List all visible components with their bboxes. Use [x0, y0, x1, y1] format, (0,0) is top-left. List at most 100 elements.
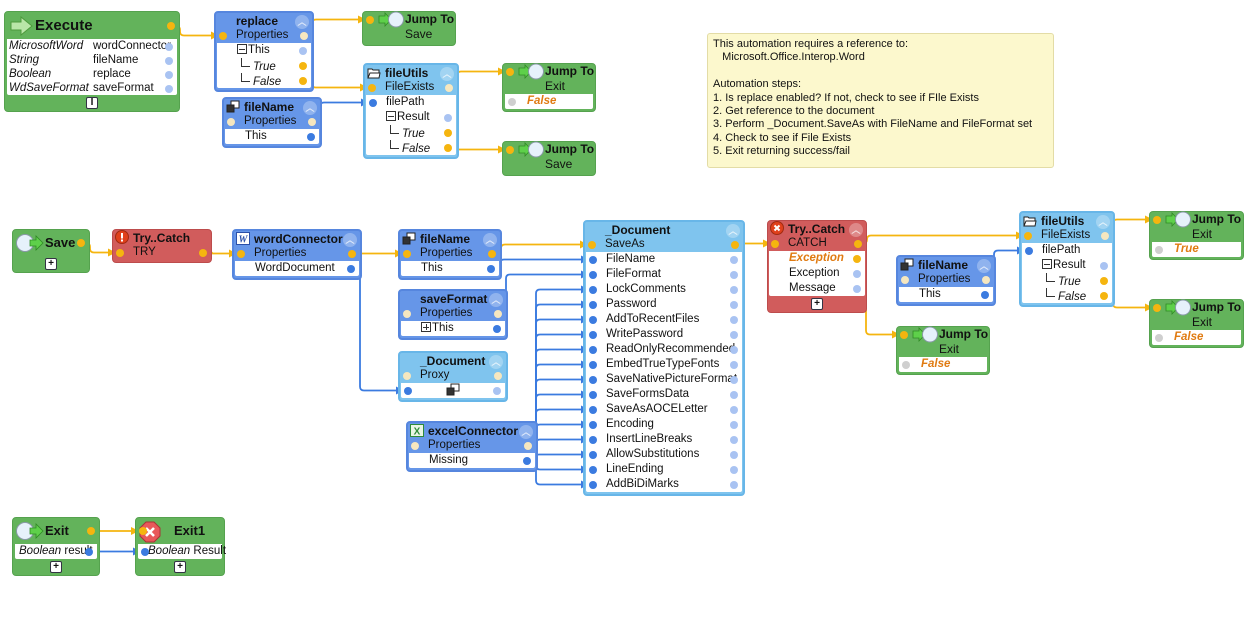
- param-output-port[interactable]: [444, 113, 452, 122]
- collapse-icon[interactable]: ︿: [483, 233, 497, 247]
- param-input-port[interactable]: [589, 360, 597, 369]
- parameter-row[interactable]: SaveAsAOCELetter: [586, 402, 742, 417]
- excel-connector-node[interactable]: XexcelConnector ︿ Properties Missing: [406, 421, 538, 472]
- collapse-tree-icon[interactable]: [386, 111, 396, 121]
- param-output-port[interactable]: [299, 46, 307, 55]
- member-output-port[interactable]: [1101, 231, 1109, 240]
- param-output-port[interactable]: [853, 254, 861, 263]
- member-output-port[interactable]: [494, 309, 502, 318]
- save-format-node[interactable]: saveFormat ︿ Properties This: [398, 289, 508, 340]
- parameter-row[interactable]: Password: [586, 297, 742, 312]
- collapse-icon[interactable]: ︿: [519, 425, 533, 439]
- parameter-row[interactable]: FileName: [586, 252, 742, 267]
- member-input-port[interactable]: [771, 239, 779, 248]
- collapse-tree-icon[interactable]: [1042, 259, 1052, 269]
- param-output-port[interactable]: [487, 264, 495, 273]
- flow-input-port[interactable]: [139, 527, 147, 535]
- param-output-port[interactable]: [730, 480, 738, 489]
- param-output-port[interactable]: [1100, 291, 1108, 300]
- param-output-port[interactable]: [730, 270, 738, 279]
- filename-1-node[interactable]: fileName ︿ Properties This: [222, 97, 322, 148]
- parameter-row[interactable]: Encoding: [586, 417, 742, 432]
- parameter-row[interactable]: True: [1022, 273, 1112, 288]
- flow-input-port[interactable]: [1153, 303, 1161, 312]
- parameter-row[interactable]: Boolean result: [15, 544, 97, 559]
- collapse-icon[interactable]: ︿: [489, 293, 503, 307]
- expand-icon[interactable]: [421, 322, 431, 332]
- save-node[interactable]: Save +: [12, 229, 90, 273]
- jump-save-1-node[interactable]: Jump To Save: [362, 11, 456, 46]
- execute-node[interactable]: Execute MicrosoftWord wordConnector String f…: [4, 11, 180, 112]
- member-output-port[interactable]: [308, 117, 316, 126]
- flow-connector[interactable]: [492, 240, 588, 255]
- parameter-row[interactable]: Missing: [409, 453, 535, 468]
- parameter-row[interactable]: [401, 383, 505, 398]
- param-input-port[interactable]: [589, 405, 597, 414]
- filename-2-node[interactable]: fileName ︿ Properties This: [398, 229, 502, 280]
- collapse-icon[interactable]: ︿: [1096, 215, 1110, 229]
- parameter-row[interactable]: WdSaveFormat saveFormat: [7, 81, 177, 95]
- member-input-port[interactable]: [588, 240, 596, 249]
- param-output-port[interactable]: [165, 56, 173, 65]
- parameter-row[interactable]: This: [217, 43, 311, 58]
- parameter-row[interactable]: LineEnding: [586, 462, 742, 477]
- param-output-port[interactable]: [165, 42, 173, 51]
- parameter-row[interactable]: AllowSubstitutions: [586, 447, 742, 462]
- parameter-row[interactable]: InsertLineBreaks: [586, 432, 742, 447]
- param-output-port[interactable]: [730, 450, 738, 459]
- parameter-row[interactable]: WordDocument: [235, 261, 359, 276]
- try-2-node[interactable]: Try..Catch ︿ CATCH Exception Exception Messag…: [767, 220, 867, 313]
- member-input-port[interactable]: [403, 309, 411, 318]
- parameter-row[interactable]: False: [1152, 330, 1241, 345]
- collapse-icon[interactable]: ︿: [343, 233, 357, 247]
- data-connector[interactable]: [351, 267, 404, 395]
- param-output-port[interactable]: [730, 345, 738, 354]
- collapse-icon[interactable]: ︿: [295, 15, 309, 29]
- jump-exit-1-node[interactable]: Jump To Exit False: [502, 63, 596, 112]
- param-output-port[interactable]: [444, 143, 452, 152]
- member-output-port[interactable]: [348, 249, 356, 258]
- flow-input-port[interactable]: [506, 67, 514, 76]
- param-output-port[interactable]: [730, 255, 738, 264]
- member-input-port[interactable]: [237, 249, 245, 258]
- param-input-port[interactable]: [589, 315, 597, 324]
- param-input-port[interactable]: [589, 450, 597, 459]
- flow-output-port[interactable]: [167, 22, 175, 30]
- parameter-row[interactable]: This: [899, 287, 993, 302]
- flow-input-port[interactable]: [900, 330, 908, 339]
- param-output-port[interactable]: [730, 390, 738, 399]
- parameter-row[interactable]: This: [401, 321, 505, 336]
- param-input-port[interactable]: [1155, 245, 1163, 254]
- member-output-port[interactable]: [731, 240, 739, 249]
- flow-connector[interactable]: [858, 231, 1024, 245]
- param-output-port[interactable]: [493, 386, 501, 395]
- member-input-port[interactable]: [403, 371, 411, 380]
- param-input-port[interactable]: [589, 345, 597, 354]
- param-input-port[interactable]: [589, 435, 597, 444]
- replace-node[interactable]: replace ︿ Properties This True False: [214, 11, 314, 92]
- collapse-tree-icon[interactable]: [237, 44, 247, 54]
- param-output-port[interactable]: [730, 375, 738, 384]
- data-connector[interactable]: [491, 255, 589, 270]
- jump-exit-true-node[interactable]: Jump To Exit True: [1149, 211, 1244, 260]
- param-input-port[interactable]: [589, 300, 597, 309]
- parameter-row[interactable]: False: [899, 357, 987, 372]
- collapse-icon[interactable]: ︿: [489, 355, 503, 369]
- parameter-row[interactable]: MicrosoftWord wordConnector: [7, 39, 177, 53]
- collapse-button[interactable]: I: [86, 97, 98, 109]
- param-output-port[interactable]: [730, 330, 738, 339]
- param-output-port[interactable]: [730, 315, 738, 324]
- jump-exit-false-node[interactable]: Jump To Exit False: [1149, 299, 1244, 348]
- param-input-port[interactable]: [589, 330, 597, 339]
- param-input-port[interactable]: [141, 547, 149, 556]
- member-input-port[interactable]: [1024, 231, 1032, 240]
- jump-exit-false-2-node[interactable]: Jump To Exit False: [896, 326, 990, 375]
- param-input-port[interactable]: [1025, 246, 1033, 255]
- member-output-port[interactable]: [199, 248, 207, 257]
- member-output-port[interactable]: [982, 275, 990, 284]
- parameter-row[interactable]: ReadOnlyRecommended: [586, 342, 742, 357]
- param-input-port[interactable]: [1155, 333, 1163, 342]
- try-1-node[interactable]: Try..Catch TRY: [112, 229, 212, 263]
- parameter-row[interactable]: Boolean Result: [138, 544, 226, 559]
- expand-button[interactable]: +: [50, 561, 62, 573]
